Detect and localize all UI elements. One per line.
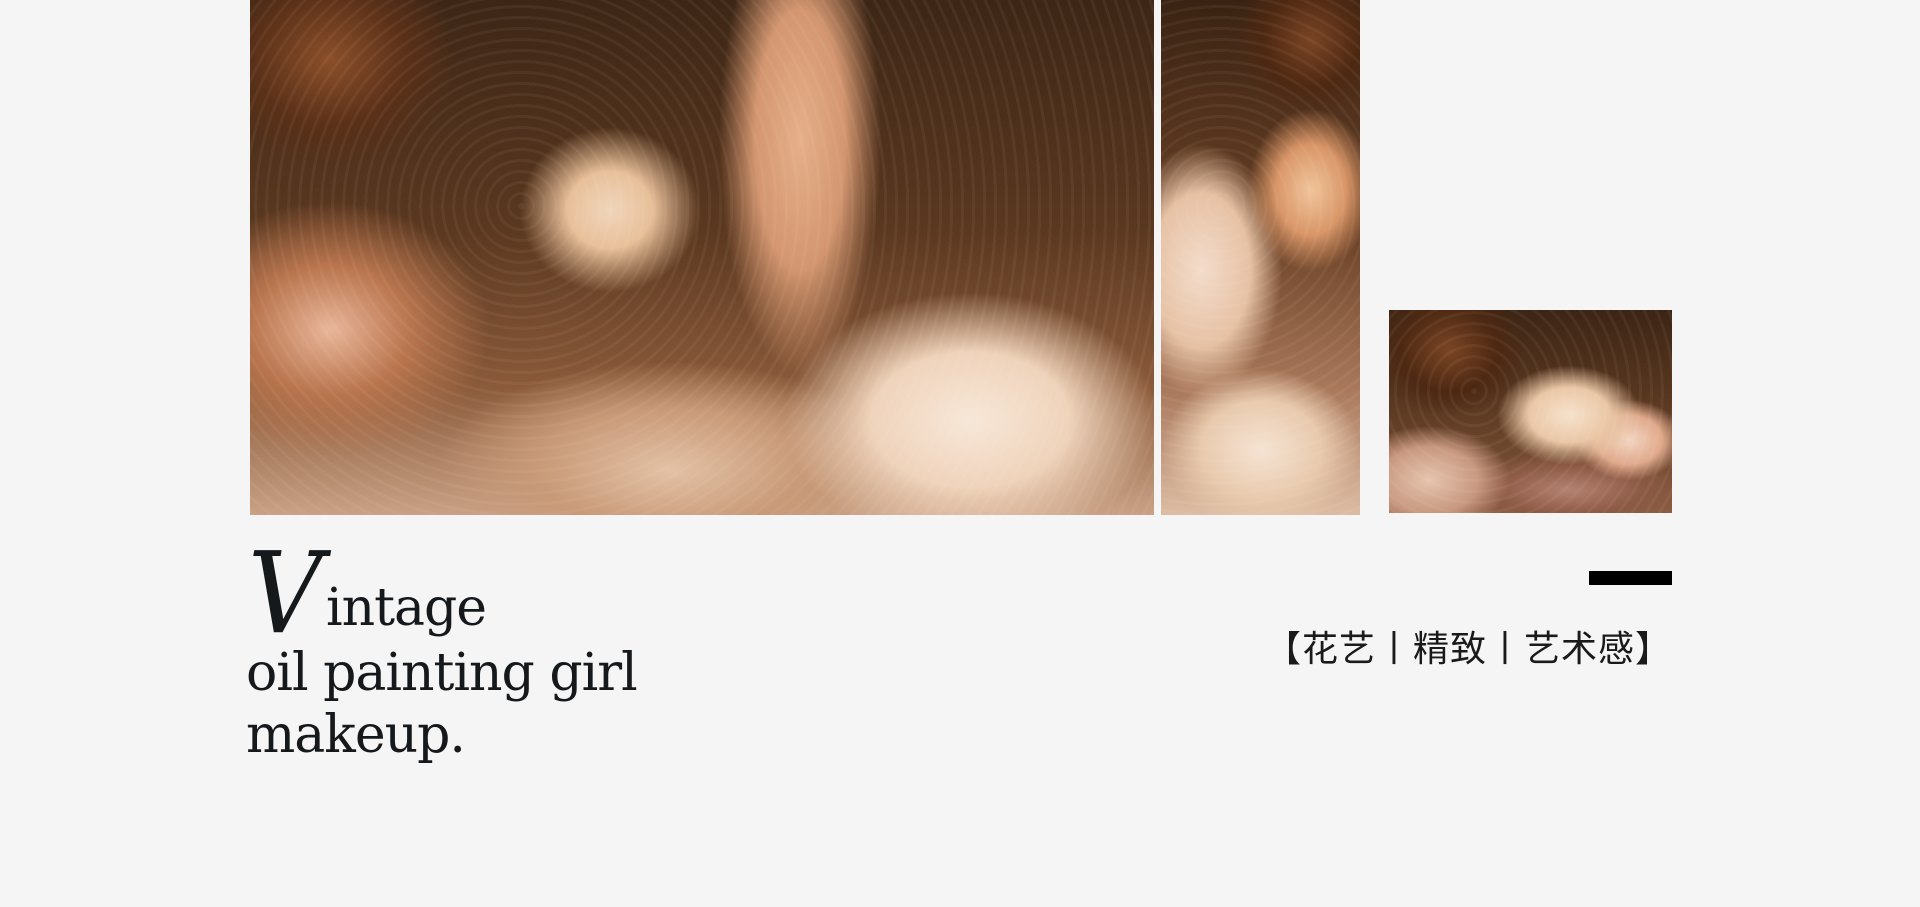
accent-bar bbox=[1589, 571, 1672, 585]
title-line-oil-painting: oil painting girl bbox=[246, 643, 638, 703]
main-photo bbox=[250, 0, 1154, 515]
side-photo bbox=[1161, 0, 1360, 515]
title-line-vintage: V intage bbox=[246, 538, 766, 650]
page: V intage oil painting girl makeup. 【花艺丨精… bbox=[0, 0, 1920, 907]
title-line-makeup: makeup. bbox=[246, 705, 466, 765]
title-initial-letter: V bbox=[248, 529, 322, 659]
title-block: V intage oil painting girl makeup. bbox=[246, 538, 766, 766]
thumbnail-photo bbox=[1389, 310, 1672, 513]
tag-line: 【花艺丨精致丨艺术感】 bbox=[1264, 629, 1672, 670]
title-word-rest: intage bbox=[326, 578, 487, 638]
